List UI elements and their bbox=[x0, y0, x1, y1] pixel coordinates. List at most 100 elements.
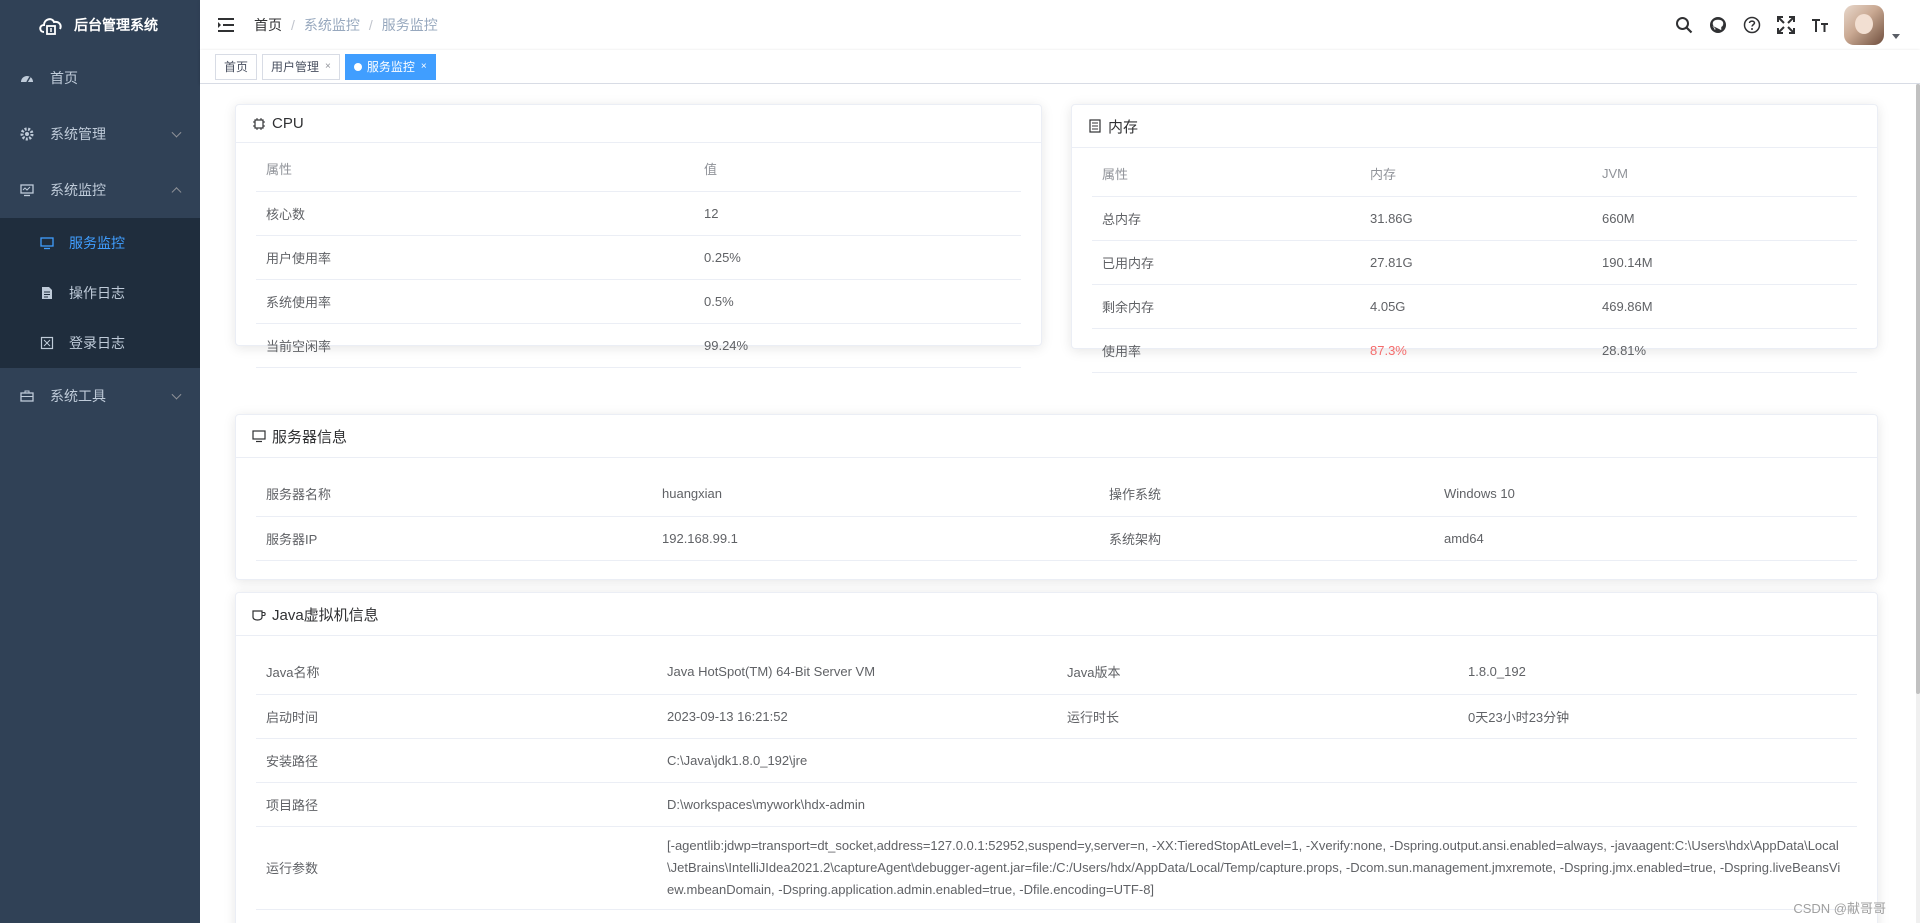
submenu-system-monitor: 服务监控 操作日志 登录日志 bbox=[0, 218, 200, 368]
tag-label: 用户管理 bbox=[271, 59, 320, 74]
row-value: 31.86G bbox=[1360, 196, 1592, 241]
chevron-down-icon bbox=[171, 389, 182, 400]
row-value: 28.81% bbox=[1592, 328, 1857, 373]
sidebar-item-login-log[interactable]: 登录日志 bbox=[0, 318, 200, 368]
chevron-up-icon bbox=[171, 187, 182, 198]
row-value: Java HotSpot(TM) 64-Bit Server VM bbox=[657, 650, 1057, 695]
table-row: 服务器名称 huangxian 操作系统 Windows 10 bbox=[256, 472, 1857, 517]
sidebar-item-home[interactable]: 首页 bbox=[0, 50, 200, 106]
row-label: 已用内存 bbox=[1092, 240, 1360, 285]
table-row: 用户使用率 0.25% bbox=[256, 235, 1021, 280]
card-title: 内存 bbox=[1108, 118, 1139, 136]
card-header: CPU bbox=[236, 105, 1041, 143]
row-label: Java版本 bbox=[1057, 650, 1458, 695]
row-value: 27.81G bbox=[1360, 240, 1592, 285]
sidebar-item-operation-log[interactable]: 操作日志 bbox=[0, 268, 200, 318]
toolbox-icon bbox=[20, 389, 34, 403]
row-label: 启动时间 bbox=[256, 694, 657, 739]
tags-view: 首页 用户管理 × 服务监控 × bbox=[200, 50, 1920, 84]
column-header: JVM bbox=[1592, 152, 1857, 197]
dashboard-icon bbox=[20, 71, 34, 85]
main-content: CPU 属性 值 核心数 12 用户使用率 0.25% 系统使用率 0.5% 当… bbox=[200, 84, 1916, 923]
cpu-card: CPU 属性 值 核心数 12 用户使用率 0.25% 系统使用率 0.5% 当… bbox=[235, 104, 1042, 368]
login-log-icon bbox=[40, 336, 54, 350]
row-label: 服务器名称 bbox=[256, 472, 652, 517]
row-label: 使用率 bbox=[1092, 328, 1360, 373]
cloud-logo-icon bbox=[38, 14, 64, 36]
cpu-icon bbox=[252, 117, 266, 131]
table-row: 使用率 87.3% 28.81% bbox=[1092, 328, 1857, 373]
sidebar-item-label: 系统管理 bbox=[50, 126, 106, 142]
menu-fold-icon[interactable] bbox=[216, 15, 236, 35]
row-label: 用户使用率 bbox=[256, 235, 694, 280]
scrollbar[interactable] bbox=[1916, 84, 1920, 923]
breadcrumb-item[interactable]: 首页 bbox=[254, 15, 282, 35]
row-label: 当前空闲率 bbox=[256, 323, 694, 368]
row-value: 0.5% bbox=[694, 279, 1021, 324]
search-icon[interactable] bbox=[1674, 15, 1694, 35]
row-value: 190.14M bbox=[1592, 240, 1857, 285]
row-value: 0.25% bbox=[694, 235, 1021, 280]
table-header-row: 属性 内存 JVM bbox=[1092, 152, 1857, 197]
card-body: 服务器名称 huangxian 操作系统 Windows 10 服务器IP 19… bbox=[236, 458, 1877, 561]
row-value: 4.05G bbox=[1360, 284, 1592, 329]
watermark: CSDN @献哥哥 bbox=[1793, 901, 1886, 916]
row-label: 操作系统 bbox=[1099, 472, 1434, 517]
row-label: 系统使用率 bbox=[256, 279, 694, 324]
card-body: 属性 内存 JVM 总内存 31.86G 660M 已用内存 27.81G 19… bbox=[1072, 148, 1877, 373]
navbar: 首页 / 系统监控 / 服务监控 bbox=[200, 0, 1920, 50]
tag-home[interactable]: 首页 bbox=[215, 53, 258, 80]
row-label: 项目路径 bbox=[256, 782, 657, 827]
tag-service-monitor[interactable]: 服务监控 × bbox=[344, 53, 436, 80]
sidebar-item-label: 系统工具 bbox=[50, 388, 106, 404]
caret-down-icon[interactable] bbox=[1892, 33, 1900, 39]
fullscreen-icon[interactable] bbox=[1776, 15, 1796, 35]
row-value: 99.24% bbox=[694, 323, 1021, 368]
row-label: 运行时长 bbox=[1057, 694, 1458, 739]
row-value: 0天23小时23分钟 bbox=[1458, 694, 1857, 739]
server-info-card: 服务器信息 服务器名称 huangxian 操作系统 Windows 10 服务… bbox=[235, 414, 1878, 580]
column-header: 属性 bbox=[256, 147, 694, 192]
table-row: 剩余内存 4.05G 469.86M bbox=[1092, 284, 1857, 329]
logo[interactable]: 后台管理系统 bbox=[0, 0, 200, 50]
cpu-table: 属性 值 核心数 12 用户使用率 0.25% 系统使用率 0.5% 当前空闲率 bbox=[256, 147, 1021, 368]
tag-label: 服务监控 bbox=[366, 59, 415, 74]
card-title: Java虚拟机信息 bbox=[272, 606, 379, 624]
card-title: CPU bbox=[272, 115, 304, 132]
font-size-icon[interactable] bbox=[1810, 15, 1830, 35]
help-icon[interactable] bbox=[1742, 15, 1762, 35]
runtime-args-value: [-agentlib:jdwp=transport=dt_socket,addr… bbox=[657, 826, 1857, 910]
table-row: 项目路径 D:\workspaces\mywork\hdx-admin bbox=[256, 782, 1857, 827]
sidebar-item-system-monitor[interactable]: 系统监控 bbox=[0, 162, 200, 218]
avatar[interactable] bbox=[1844, 5, 1884, 45]
github-icon[interactable] bbox=[1708, 15, 1728, 35]
sidebar-item-service-monitor[interactable]: 服务监控 bbox=[0, 218, 200, 268]
sidebar-item-system-tools[interactable]: 系统工具 bbox=[0, 368, 200, 424]
gear-icon bbox=[20, 127, 34, 141]
table-row: 系统使用率 0.5% bbox=[256, 279, 1021, 324]
tag-label: 首页 bbox=[224, 59, 249, 74]
row-label: 系统架构 bbox=[1099, 516, 1434, 561]
tag-user-management[interactable]: 用户管理 × bbox=[262, 53, 340, 80]
sidebar-item-label: 登录日志 bbox=[69, 335, 125, 351]
breadcrumb-separator: / bbox=[291, 17, 295, 33]
row-label: 剩余内存 bbox=[1092, 284, 1360, 329]
sidebar-item-system-management[interactable]: 系统管理 bbox=[0, 106, 200, 162]
table-row: 运行参数 [-agentlib:jdwp=transport=dt_socket… bbox=[256, 826, 1857, 910]
close-icon[interactable]: × bbox=[421, 55, 427, 79]
row-value: 660M bbox=[1592, 196, 1857, 241]
column-header: 属性 bbox=[1092, 152, 1360, 197]
monitor-icon bbox=[20, 183, 34, 197]
card-body: Java名称 Java HotSpot(TM) 64-Bit Server VM… bbox=[236, 636, 1877, 910]
table-row: 服务器IP 192.168.99.1 系统架构 amd64 bbox=[256, 516, 1857, 561]
close-icon[interactable]: × bbox=[325, 55, 331, 79]
row-value: 469.86M bbox=[1592, 284, 1857, 329]
row-value: 192.168.99.1 bbox=[652, 516, 1099, 561]
sidebar: 后台管理系统 首页 系统管理 系统监控 服务监控 操作日志 登录日志 系统工具 bbox=[0, 0, 200, 923]
card-title: 服务器信息 bbox=[272, 428, 348, 446]
log-icon bbox=[40, 286, 54, 300]
scrollbar-thumb[interactable] bbox=[1916, 84, 1920, 694]
install-path-value: C:\Java\jdk1.8.0_192\jre bbox=[657, 738, 1857, 783]
breadcrumb-item: 系统监控 bbox=[303, 17, 360, 33]
table-header-row: 属性 值 bbox=[256, 147, 1021, 192]
